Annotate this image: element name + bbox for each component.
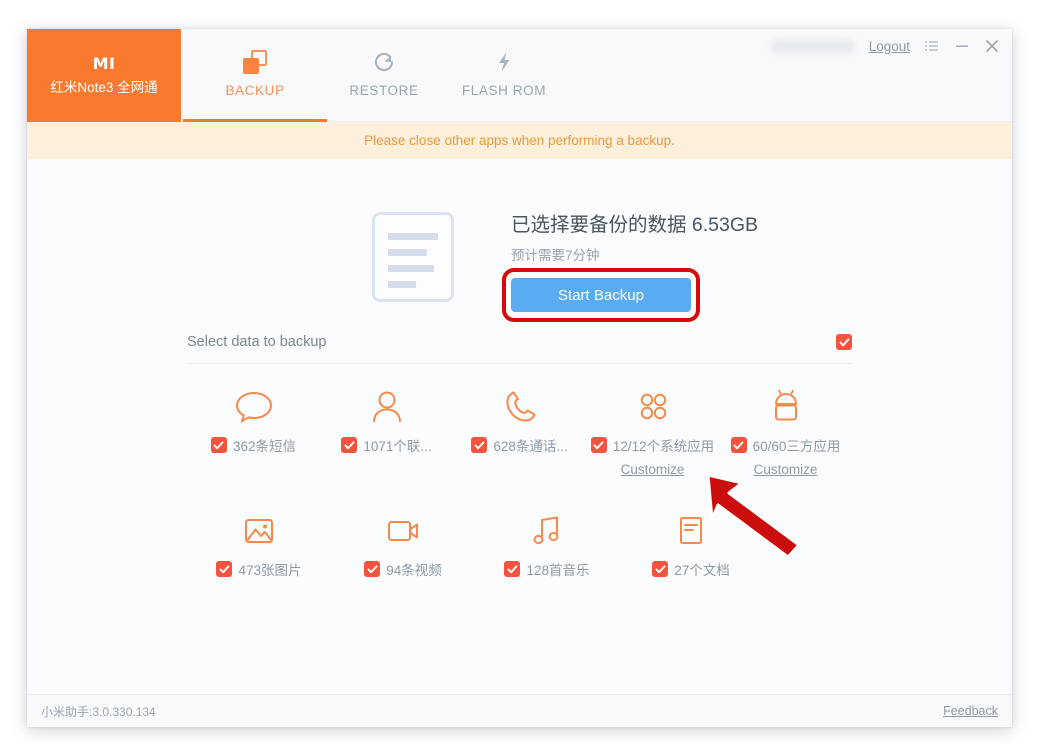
backup-item-call-log[interactable]: 628条通话... [453, 386, 586, 477]
selected-data-title: 已选择要备份的数据 6.53GB [511, 214, 759, 236]
select-all-checkbox[interactable] [836, 334, 852, 350]
backup-items-row: 362条短信 1071个联... 628条通话... 12/12个系统应用 Cu… [187, 386, 852, 477]
lightning-bolt-icon [492, 47, 516, 77]
system-apps-grid-icon [633, 386, 673, 426]
start-backup-button[interactable]: Start Backup [511, 278, 691, 312]
backup-item-videos[interactable]: 94条视频 [331, 510, 475, 579]
list-menu-icon[interactable] [924, 38, 940, 54]
select-data-title: Select data to backup [187, 334, 327, 350]
backup-item-label: 27个文档 [674, 563, 730, 578]
contact-person-icon [367, 386, 407, 426]
backup-item-label: 1071个联... [363, 439, 432, 454]
backup-item-third-party-apps[interactable]: 60/60三方应用 Customize [719, 386, 852, 477]
notice-banner: Please close other apps when performing … [27, 122, 1012, 159]
backup-item-system-apps[interactable]: 12/12个系统应用 Customize [586, 386, 719, 477]
video-camera-icon [383, 510, 423, 550]
backup-item-photos[interactable]: 473张图片 [187, 510, 331, 579]
application-window: MI 红米Note3 全网通 BACKUP RESTORE FLASH ROM … [27, 29, 1012, 727]
backup-item-label: 628条通话... [493, 439, 568, 454]
titlebar-controls: Logout [770, 38, 1000, 54]
tab-restore[interactable]: RESTORE [329, 29, 439, 122]
backup-items-row: 473张图片 94条视频 128首音乐 27个文档 [187, 510, 852, 579]
tab-flash-rom-label: FLASH ROM [461, 83, 547, 98]
username-redacted [770, 39, 855, 53]
customize-third-party-apps-link[interactable]: Customize [754, 462, 818, 477]
backup-item-documents[interactable]: 27个文档 [619, 510, 763, 579]
backup-item-sms[interactable]: 362条短信 [187, 386, 320, 477]
feedback-link[interactable]: Feedback [943, 704, 998, 718]
backup-item-label: 12/12个系统应用 [612, 439, 715, 454]
backup-summary-section: 已选择要备份的数据 6.53GB 预计需要7分钟 Start Backup [27, 159, 1012, 559]
backup-item-checkbox[interactable] [590, 437, 607, 453]
summary-text-block: 已选择要备份的数据 6.53GB 预计需要7分钟 Start Backup [502, 212, 759, 322]
device-model-label: 红米Note3 全网通 [50, 80, 158, 96]
backup-items-grid: 362条短信 1071个联... 628条通话... 12/12个系统应用 Cu… [187, 364, 852, 579]
estimated-time-label: 预计需要7分钟 [511, 247, 600, 263]
backup-item-label: 128首音乐 [526, 563, 590, 578]
backup-item-checkbox[interactable] [471, 437, 488, 453]
select-data-section: Select data to backup 362条短信 1071个联... 6… [27, 334, 1012, 579]
start-backup-area: Start Backup [502, 268, 700, 322]
backup-item-contacts[interactable]: 1071个联... [320, 386, 453, 477]
version-label: 小米助手:3.0.330.134 [41, 704, 156, 719]
close-icon[interactable] [984, 38, 1000, 54]
backup-item-checkbox[interactable] [341, 437, 358, 453]
android-robot-icon [766, 386, 806, 426]
tab-backup-label: BACKUP [225, 83, 285, 98]
backup-item-label: 473张图片 [238, 563, 302, 578]
tab-backup[interactable]: BACKUP [181, 29, 329, 122]
backup-copy-icon [243, 47, 267, 77]
backup-item-checkbox[interactable] [504, 561, 521, 577]
backup-item-label: 60/60三方应用 [752, 439, 841, 454]
mi-logo: MI [92, 54, 116, 74]
main-tab-bar: BACKUP RESTORE FLASH ROM [181, 29, 569, 122]
app-header: MI 红米Note3 全网通 BACKUP RESTORE FLASH ROM … [27, 29, 1012, 122]
restore-refresh-icon [372, 47, 396, 77]
device-brand-panel: MI 红米Note3 全网通 [27, 29, 181, 122]
backup-item-label: 362条短信 [232, 439, 297, 454]
backup-item-music[interactable]: 128首音乐 [475, 510, 619, 579]
document-file-icon [671, 510, 711, 550]
tab-flash-rom[interactable]: FLASH ROM [439, 29, 569, 122]
sms-bubble-icon [234, 386, 274, 426]
phone-call-icon [500, 386, 540, 426]
tab-restore-label: RESTORE [349, 83, 419, 98]
backup-item-checkbox[interactable] [210, 437, 227, 453]
image-photo-icon [239, 510, 279, 550]
music-note-icon [527, 510, 567, 550]
backup-item-checkbox[interactable] [730, 437, 747, 453]
backup-item-checkbox[interactable] [216, 561, 233, 577]
active-tab-underline [183, 119, 327, 122]
customize-system-apps-link[interactable]: Customize [621, 462, 685, 477]
backup-item-checkbox[interactable] [652, 561, 669, 577]
document-lines-icon [372, 212, 454, 302]
minimize-icon[interactable] [954, 38, 970, 54]
logout-link[interactable]: Logout [869, 39, 910, 54]
app-footer: 小米助手:3.0.330.134 Feedback [27, 694, 1012, 727]
select-data-header: Select data to backup [187, 334, 852, 364]
backup-item-label: 94条视频 [386, 563, 442, 578]
backup-item-checkbox[interactable] [364, 561, 381, 577]
